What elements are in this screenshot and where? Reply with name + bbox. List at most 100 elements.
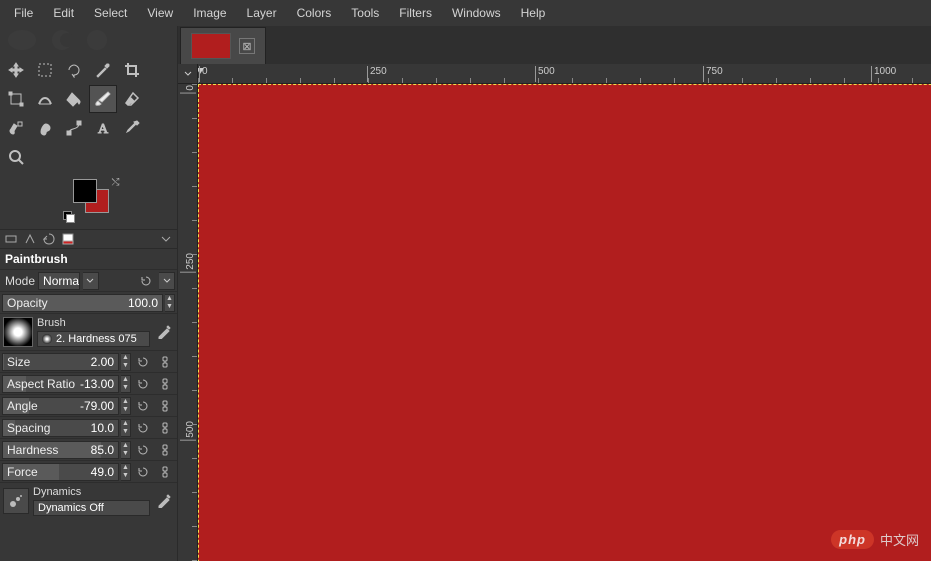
force-link-icon[interactable] xyxy=(155,463,175,481)
close-icon[interactable]: ⊠ xyxy=(239,38,255,54)
tool-options-panel: Paintbrush Mode Normal Opacity 100.0 ▲▼ xyxy=(0,249,177,561)
ruler-h-tick: 750 xyxy=(703,66,723,82)
angle-slider[interactable]: Angle-79.00 xyxy=(2,397,119,415)
tool-grid: A xyxy=(0,54,177,173)
menu-colors[interactable]: Colors xyxy=(287,2,342,24)
mode-reset-icon[interactable] xyxy=(136,272,156,290)
image-tab[interactable]: ⊠ xyxy=(180,27,266,64)
brush-preview-icon[interactable] xyxy=(3,317,33,347)
image-tab-bar: ⊠ xyxy=(178,26,931,64)
menu-select[interactable]: Select xyxy=(84,2,137,24)
menu-windows[interactable]: Windows xyxy=(442,2,511,24)
tool-warp[interactable] xyxy=(31,85,59,113)
dynamics-icon[interactable] xyxy=(3,488,29,514)
tool-options-title: Paintbrush xyxy=(0,249,177,269)
swap-colors-icon[interactable]: ⤭ xyxy=(112,177,120,188)
hardness-slider[interactable]: Hardness85.0 xyxy=(2,441,119,459)
dock-menu-icon[interactable] xyxy=(157,231,175,247)
ruler-h-tick: 0 xyxy=(199,66,208,82)
menu-help[interactable]: Help xyxy=(511,2,556,24)
dynamics-label: Dynamics xyxy=(33,486,150,498)
mode-label: Mode xyxy=(2,274,35,288)
dynamics-edit-icon[interactable] xyxy=(154,492,174,510)
size-link-icon[interactable] xyxy=(155,353,175,371)
tool-paintbrush[interactable] xyxy=(89,85,117,113)
color-selector: ⤭ xyxy=(59,179,119,219)
mode-dropdown[interactable]: Normal xyxy=(38,272,79,290)
ruler-origin-toggle[interactable] xyxy=(178,64,198,84)
canvas[interactable] xyxy=(198,84,931,561)
tool-text[interactable]: A xyxy=(89,114,117,142)
size-reset-icon[interactable] xyxy=(133,353,153,371)
aspect-reset-icon[interactable] xyxy=(133,375,153,393)
canvas-viewport[interactable]: php 中文网 xyxy=(198,84,931,561)
tool-unified-transform[interactable] xyxy=(2,85,30,113)
menu-layer[interactable]: Layer xyxy=(237,2,287,24)
toolbox-panel: A ⤭ Paintbrush Mode Normal xyxy=(0,26,178,561)
tool-crop[interactable] xyxy=(118,56,146,84)
spacing-slider[interactable]: Spacing10.0 xyxy=(2,419,119,437)
tool-clone[interactable] xyxy=(2,114,30,142)
menu-filters[interactable]: Filters xyxy=(389,2,442,24)
tool-smudge[interactable] xyxy=(31,114,59,142)
hardness-spinner[interactable]: ▲▼ xyxy=(121,441,131,459)
angle-reset-icon[interactable] xyxy=(133,397,153,415)
chevron-down-icon[interactable] xyxy=(83,272,99,290)
spacing-spinner[interactable]: ▲▼ xyxy=(121,419,131,437)
device-status-tab-icon[interactable] xyxy=(21,231,39,247)
images-tab-icon[interactable] xyxy=(59,231,77,247)
tool-path[interactable] xyxy=(60,114,88,142)
menu-tools[interactable]: Tools xyxy=(341,2,389,24)
size-slider[interactable]: Size2.00 xyxy=(2,353,119,371)
ruler-h-tick: 1000 xyxy=(871,66,896,82)
chevron-down-icon[interactable] xyxy=(159,272,175,290)
svg-text:A: A xyxy=(98,122,109,136)
aspect-ratio-slider[interactable]: Aspect Ratio-13.00 xyxy=(2,375,119,393)
ruler-v-tick: 250 xyxy=(180,253,196,273)
watermark-text: 中文网 xyxy=(880,530,919,549)
dock-tab-bar xyxy=(0,229,177,249)
dynamics-dropdown[interactable]: Dynamics Off xyxy=(33,500,150,516)
tool-bucket-fill[interactable] xyxy=(60,85,88,113)
ruler-v-tick: 0 xyxy=(180,85,196,94)
ruler-horizontal[interactable]: 0 250 500 750 1000 xyxy=(198,64,931,84)
angle-link-icon[interactable] xyxy=(155,397,175,415)
tool-fuzzy-select[interactable] xyxy=(89,56,117,84)
size-spinner[interactable]: ▲▼ xyxy=(121,353,131,371)
tool-rect-select[interactable] xyxy=(31,56,59,84)
menu-view[interactable]: View xyxy=(137,2,183,24)
brush-name-field[interactable]: 2. Hardness 075 xyxy=(37,331,150,347)
tool-free-select[interactable] xyxy=(60,56,88,84)
default-colors-icon[interactable] xyxy=(63,211,73,221)
menu-bar: File Edit Select View Image Layer Colors… xyxy=(0,0,931,26)
ruler-h-tick: 250 xyxy=(367,66,387,82)
force-slider[interactable]: Force49.0 xyxy=(2,463,119,481)
hardness-link-icon[interactable] xyxy=(155,441,175,459)
php-logo-icon: php xyxy=(831,530,874,549)
tool-options-tab-icon[interactable] xyxy=(2,231,20,247)
menu-edit[interactable]: Edit xyxy=(43,2,84,24)
aspect-link-icon[interactable] xyxy=(155,375,175,393)
undo-history-tab-icon[interactable] xyxy=(40,231,58,247)
tool-zoom[interactable] xyxy=(2,143,30,171)
tool-move[interactable] xyxy=(2,56,30,84)
spacing-reset-icon[interactable] xyxy=(133,419,153,437)
menu-file[interactable]: File xyxy=(4,2,43,24)
aspect-spinner[interactable]: ▲▼ xyxy=(121,375,131,393)
hardness-reset-icon[interactable] xyxy=(133,441,153,459)
force-reset-icon[interactable] xyxy=(133,463,153,481)
tool-eraser[interactable] xyxy=(118,85,146,113)
angle-spinner[interactable]: ▲▼ xyxy=(121,397,131,415)
menu-image[interactable]: Image xyxy=(183,2,236,24)
brush-edit-icon[interactable] xyxy=(154,323,174,341)
opacity-slider[interactable]: Opacity 100.0 xyxy=(2,294,163,312)
tool-color-picker[interactable] xyxy=(118,114,146,142)
image-tab-thumbnail xyxy=(191,33,231,59)
watermark: php 中文网 xyxy=(831,530,919,549)
brush-selector-row: Brush 2. Hardness 075 xyxy=(0,313,177,350)
foreground-color[interactable] xyxy=(73,179,97,203)
spacing-link-icon[interactable] xyxy=(155,419,175,437)
force-spinner[interactable]: ▲▼ xyxy=(121,463,131,481)
ruler-vertical[interactable]: 0 250 500 xyxy=(178,84,198,561)
opacity-spinner[interactable]: ▲▼ xyxy=(165,294,175,312)
